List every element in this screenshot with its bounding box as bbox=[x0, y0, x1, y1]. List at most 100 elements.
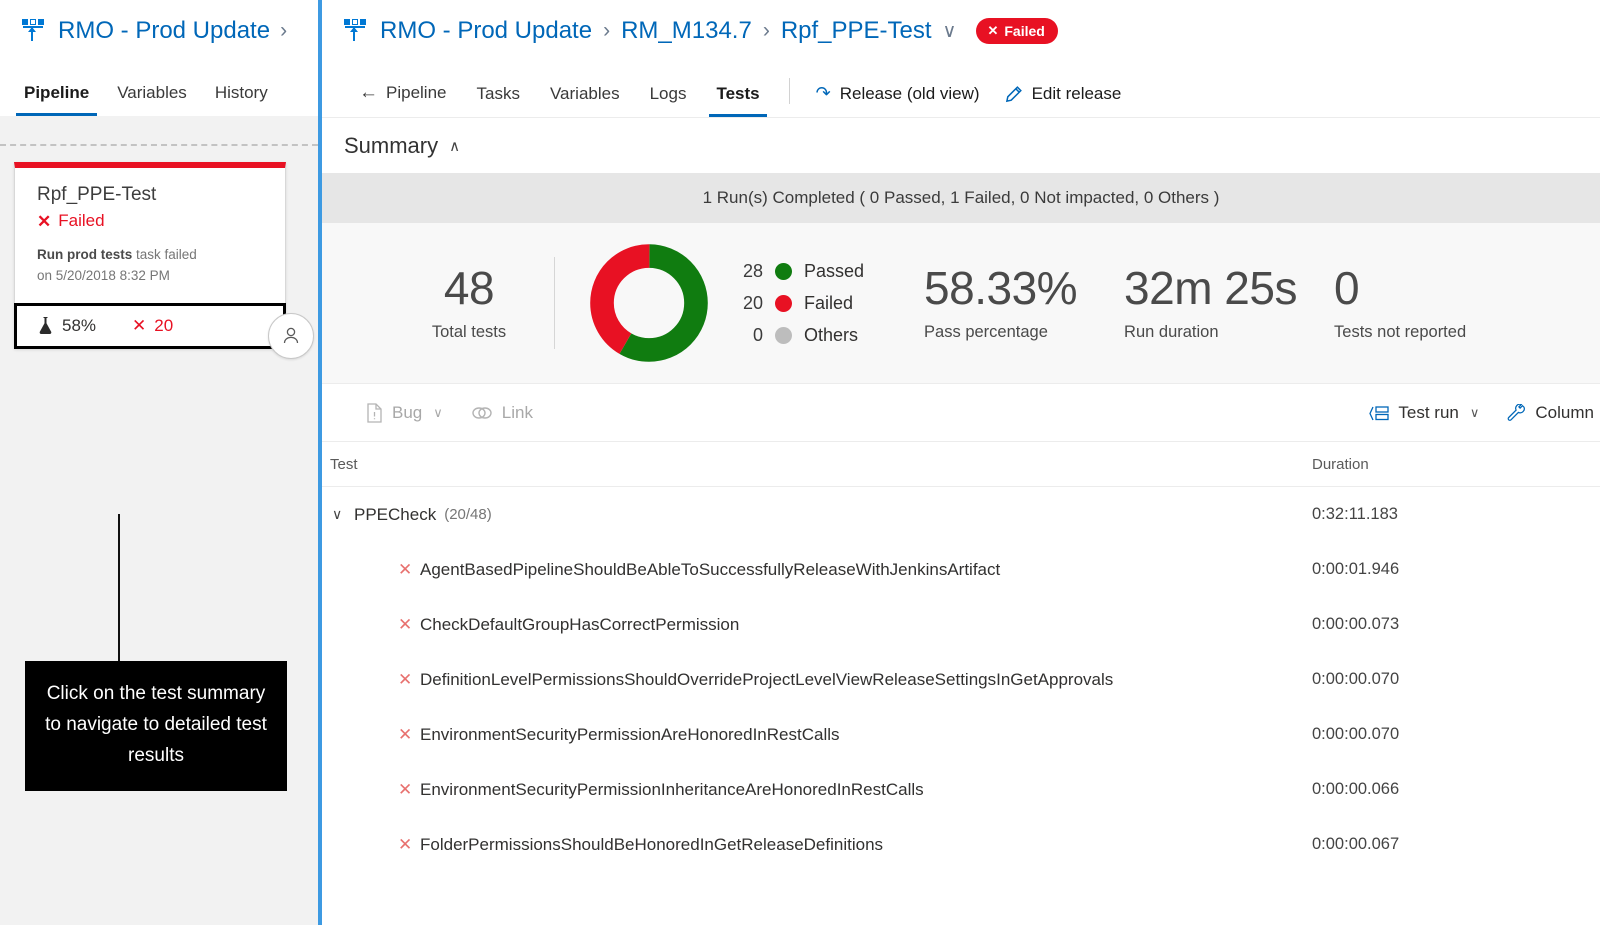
arrow-left-icon: ← bbox=[359, 82, 378, 103]
summary-title: Summary bbox=[344, 132, 439, 158]
results-table-header: Test Duration bbox=[322, 442, 1600, 487]
failed-x-icon: ✕ bbox=[398, 614, 413, 634]
table-row[interactable]: ✕ DefinitionLevelPermissionsShouldOverri… bbox=[322, 652, 1600, 707]
group-cell: ∨ PPECheck (20/48) bbox=[322, 505, 1312, 525]
test-cell: ✕ AgentBasedPipelineShouldBeAbleToSucces… bbox=[322, 560, 1312, 580]
test-run-label: Test run bbox=[1398, 403, 1459, 422]
app-root: RMO - Prod Update › Pipeline Variables H… bbox=[0, 0, 1600, 925]
test-cell: ✕ FolderPermissionsShouldBeHonoredInGetR… bbox=[322, 835, 1312, 855]
pencil-icon bbox=[1005, 85, 1022, 102]
release-card-description: Run prod tests task failed on 5/20/2018 … bbox=[37, 245, 267, 287]
release-card-task-name: Run prod tests bbox=[37, 247, 133, 262]
release-card-task-suffix: task failed bbox=[132, 247, 197, 262]
table-row[interactable]: ✕ AgentBasedPipelineShouldBeAbleToSucces… bbox=[322, 542, 1600, 597]
avatar[interactable] bbox=[268, 313, 314, 359]
test-duration: 0:00:01.946 bbox=[1312, 560, 1400, 578]
column-header-test[interactable]: Test bbox=[322, 456, 1312, 473]
left-panel-tabs: Pipeline Variables History bbox=[0, 62, 318, 116]
table-row-group[interactable]: ∨ PPECheck (20/48) 0:32:11.183 bbox=[322, 487, 1600, 542]
column-options-label: Column bbox=[1535, 403, 1594, 422]
total-tests-value: 48 bbox=[443, 262, 495, 315]
group-duration: 0:32:11.183 bbox=[1312, 505, 1398, 523]
failed-count-value: 20 bbox=[154, 315, 174, 335]
failed-x-icon: ✕ bbox=[398, 724, 413, 744]
donut-chart-svg bbox=[590, 244, 708, 362]
pass-percentage-value: 58.33% bbox=[924, 262, 1078, 315]
stat-divider bbox=[554, 257, 555, 349]
legend-item-failed: 20 Failed bbox=[737, 293, 864, 314]
table-row[interactable]: ✕ EnvironmentSecurityPermissionInheritan… bbox=[322, 762, 1600, 817]
test-summary-strip[interactable]: 58% ✕ 20 bbox=[14, 302, 286, 349]
release-old-view-button[interactable]: ↷ Release (old view) bbox=[804, 83, 992, 117]
chevron-up-icon[interactable]: ∧ bbox=[449, 137, 460, 155]
breadcrumb-release[interactable]: RM_M134.7 bbox=[621, 17, 752, 45]
edit-release-button[interactable]: Edit release bbox=[992, 84, 1134, 117]
release-environment-card[interactable]: Rpf_PPE-Test ✕ Failed Run prod tests tas… bbox=[14, 162, 286, 349]
chevron-right-icon: › bbox=[603, 19, 611, 42]
pass-percentage-metric[interactable]: 58% bbox=[37, 316, 96, 336]
wrench-icon bbox=[1507, 403, 1526, 423]
tab-tasks[interactable]: Tasks bbox=[462, 84, 535, 117]
legend-passed-count: 28 bbox=[742, 260, 763, 281]
chevron-down-icon[interactable]: ∨ bbox=[1470, 405, 1480, 421]
test-name: FolderPermissionsShouldBeHonoredInGetRel… bbox=[420, 834, 884, 854]
link-button[interactable]: Link bbox=[457, 403, 547, 423]
tab-pipeline[interactable]: Pipeline bbox=[10, 83, 103, 116]
run-duration-stat: 32m 25s Run duration bbox=[1124, 264, 1334, 341]
status-badge: ✕ Failed bbox=[976, 18, 1058, 44]
toolbar-separator bbox=[788, 78, 790, 104]
bug-button[interactable]: Bug ∨ bbox=[352, 403, 457, 423]
legend-passed-swatch bbox=[775, 262, 792, 280]
breadcrumb-environment[interactable]: Rpf_PPE-Test bbox=[781, 17, 932, 45]
legend-failed-label: Failed bbox=[804, 292, 854, 313]
tab-tests[interactable]: Tests bbox=[701, 84, 774, 117]
legend-others-swatch bbox=[775, 326, 792, 344]
test-cell: ✕ EnvironmentSecurityPermissionInheritan… bbox=[322, 780, 1312, 800]
legend-passed-label: Passed bbox=[804, 260, 865, 281]
tab-variables[interactable]: Variables bbox=[535, 84, 635, 117]
chevron-right-icon: › bbox=[762, 19, 770, 42]
left-panel-title[interactable]: RMO - Prod Update bbox=[58, 17, 270, 45]
legend-item-passed: 28 Passed bbox=[737, 261, 864, 282]
group-by-icon bbox=[1369, 405, 1390, 422]
legend-item-others: 0 Others bbox=[737, 325, 864, 346]
test-cell: ✕ DefinitionLevelPermissionsShouldOverri… bbox=[322, 670, 1312, 690]
test-name: EnvironmentSecurityPermissionInheritance… bbox=[420, 779, 924, 799]
results-toolbar-right: Test run ∨ Column bbox=[1355, 384, 1600, 442]
test-name: CheckDefaultGroupHasCorrectPermission bbox=[420, 614, 740, 634]
chevron-down-icon[interactable]: ∨ bbox=[433, 405, 443, 421]
failed-x-icon: ✕ bbox=[37, 211, 52, 231]
summary-toggle[interactable]: Summary ∧ bbox=[322, 118, 1600, 173]
bug-file-icon bbox=[367, 402, 382, 423]
failed-x-icon: ✕ bbox=[398, 559, 413, 579]
chevron-down-icon[interactable]: ∨ bbox=[943, 20, 957, 43]
table-row[interactable]: ✕ FolderPermissionsShouldBeHonoredInGetR… bbox=[322, 817, 1600, 872]
failed-x-icon: ✕ bbox=[132, 315, 147, 335]
chevron-right-icon: › bbox=[280, 19, 288, 42]
group-rows-icon bbox=[1369, 405, 1390, 420]
pipeline-icon bbox=[22, 18, 48, 44]
legend-failed-count: 20 bbox=[742, 292, 763, 313]
person-icon bbox=[283, 327, 299, 344]
chevron-down-icon[interactable]: ∨ bbox=[332, 506, 354, 523]
run-completed-banner: 1 Run(s) Completed ( 0 Passed, 1 Failed,… bbox=[322, 173, 1600, 223]
table-row[interactable]: ✕ EnvironmentSecurityPermissionAreHonore… bbox=[322, 707, 1600, 762]
table-row[interactable]: ✕ CheckDefaultGroupHasCorrectPermission … bbox=[322, 597, 1600, 652]
breadcrumb-release-definition[interactable]: RMO - Prod Update bbox=[380, 17, 592, 45]
tab-logs[interactable]: Logs bbox=[635, 84, 702, 117]
column-options-button[interactable]: Column bbox=[1493, 403, 1600, 423]
test-cell: ✕ EnvironmentSecurityPermissionAreHonore… bbox=[322, 725, 1312, 745]
pipeline-icon bbox=[344, 18, 370, 44]
column-header-duration[interactable]: Duration bbox=[1312, 456, 1600, 473]
total-tests-stat: 48 Total tests bbox=[394, 264, 544, 341]
failed-count-metric[interactable]: ✕ 20 bbox=[132, 316, 173, 336]
tab-pipeline[interactable]: ← Pipeline bbox=[344, 82, 462, 117]
summary-stats: 48 Total tests 28 Passed 20 Failed 0 Oth… bbox=[322, 223, 1600, 384]
legend-others-label: Others bbox=[804, 324, 859, 345]
canvas-dashed-divider bbox=[0, 144, 318, 146]
tab-variables[interactable]: Variables bbox=[103, 83, 201, 116]
test-run-grouping-button[interactable]: Test run ∨ bbox=[1355, 403, 1493, 423]
test-duration: 0:00:00.073 bbox=[1312, 615, 1400, 633]
failed-x-icon: ✕ bbox=[987, 23, 999, 38]
tab-history[interactable]: History bbox=[201, 83, 282, 116]
